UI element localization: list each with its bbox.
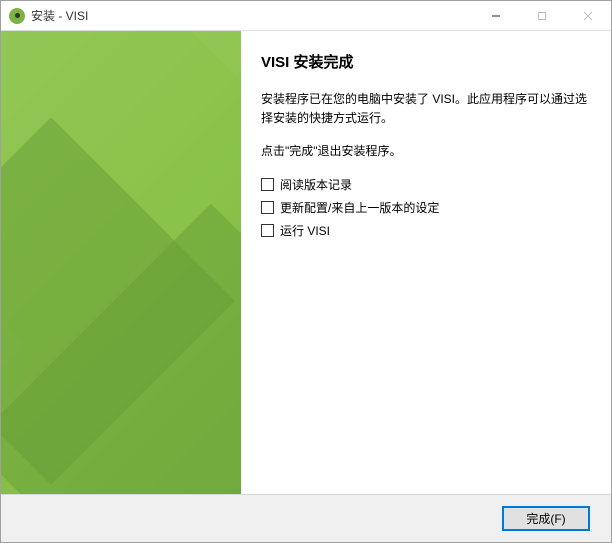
page-heading: VISI 安装完成 (261, 51, 587, 72)
window-title: 安装 - VISI (31, 7, 473, 24)
checkbox-icon (261, 224, 274, 237)
footer-bar: 完成(F) (1, 494, 611, 542)
option-run-visi[interactable]: 运行 VISI (261, 222, 587, 239)
option-read-release-notes[interactable]: 阅读版本记录 (261, 176, 587, 193)
checkbox-icon (261, 178, 274, 191)
app-icon (9, 8, 25, 24)
close-button (565, 1, 611, 30)
main-panel: VISI 安装完成 安装程序已在您的电脑中安装了 VISI。此应用程序可以通过选… (241, 31, 611, 494)
window-controls (473, 1, 611, 30)
wizard-sidebar-image (1, 31, 241, 494)
checkbox-label: 阅读版本记录 (280, 176, 352, 193)
maximize-button (519, 1, 565, 30)
description-text-1: 安装程序已在您的电脑中安装了 VISI。此应用程序可以通过选择安装的快捷方式运行… (261, 90, 587, 128)
installer-window: 安装 - VISI VISI 安装完成 安装程序已在您的电脑中安装了 VISI。… (0, 0, 612, 543)
titlebar: 安装 - VISI (1, 1, 611, 31)
finish-button[interactable]: 完成(F) (503, 507, 589, 530)
content-area: VISI 安装完成 安装程序已在您的电脑中安装了 VISI。此应用程序可以通过选… (1, 31, 611, 494)
checkbox-label: 更新配置/来自上一版本的设定 (280, 199, 439, 216)
checkbox-icon (261, 201, 274, 214)
description-text-2: 点击"完成"退出安装程序。 (261, 142, 587, 161)
option-update-config[interactable]: 更新配置/来自上一版本的设定 (261, 199, 587, 216)
checkbox-label: 运行 VISI (280, 222, 330, 239)
options-list: 阅读版本记录 更新配置/来自上一版本的设定 运行 VISI (261, 176, 587, 239)
minimize-button[interactable] (473, 1, 519, 30)
